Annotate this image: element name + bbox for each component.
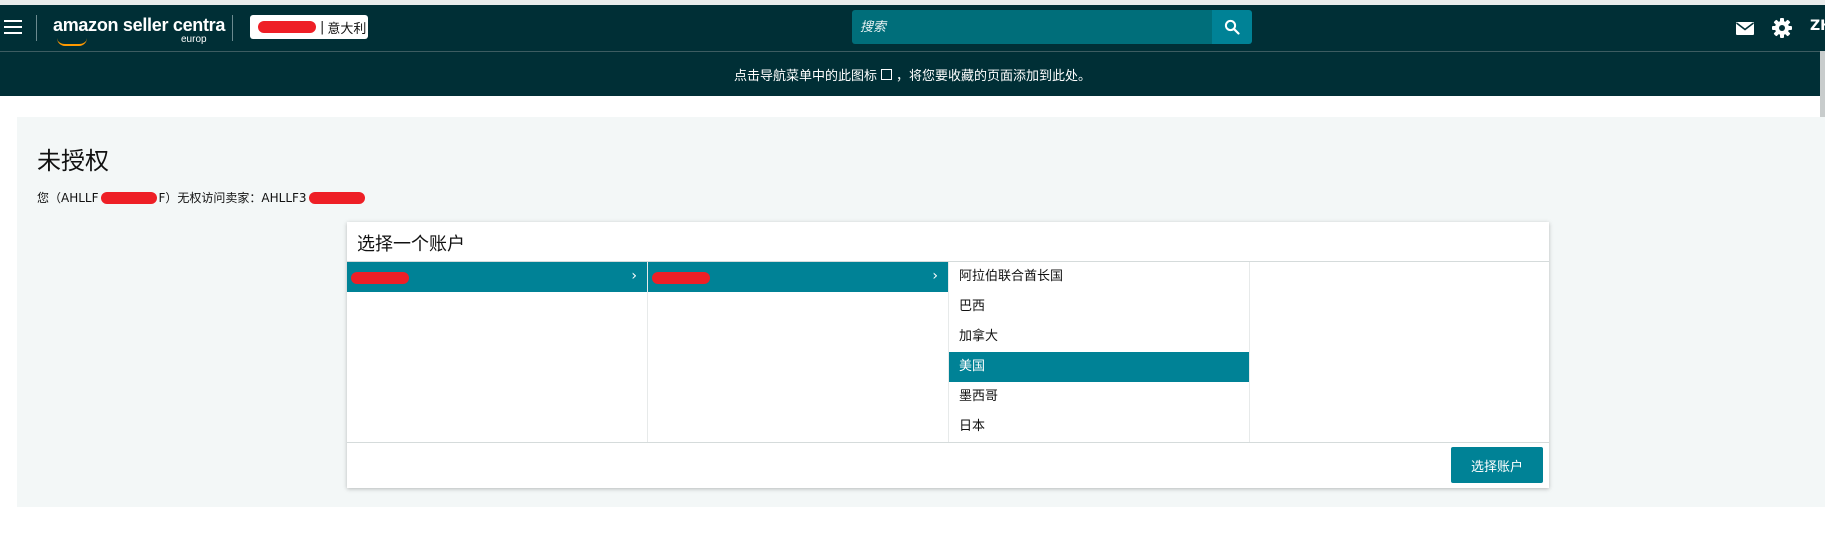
country-option[interactable]: 巴西 (949, 292, 1249, 322)
country-option[interactable]: 日本 (949, 412, 1249, 442)
amazon-smile-icon (57, 38, 87, 46)
merchant-column: › (648, 262, 948, 442)
search-bar (852, 10, 1252, 44)
hamburger-menu-icon[interactable] (4, 20, 22, 36)
country-option[interactable]: 墨西哥 (949, 382, 1249, 412)
unauthorized-message: 您（AHLLF F）无权访问卖家：AHLLF3 (37, 189, 365, 206)
selected-merchant-row[interactable]: › (648, 262, 948, 292)
redacted-seller-id (308, 191, 365, 204)
store-region-label: 意大利 (327, 21, 367, 37)
search-input[interactable] (852, 10, 1212, 44)
dialog-title: 选择一个账户 (357, 234, 465, 255)
bookmark-box-icon (881, 68, 892, 80)
top-navbar: amazon seller centra europ | 意大利 ZH (0, 5, 1825, 51)
redacted-account-name (351, 272, 409, 284)
country-option[interactable]: 加拿大 (949, 322, 1249, 352)
nav-divider (36, 15, 37, 41)
store-switcher[interactable]: | 意大利 (250, 15, 368, 39)
account-column: › (347, 262, 647, 442)
mail-icon[interactable] (1734, 17, 1756, 39)
selected-account-row[interactable]: › (347, 262, 647, 292)
country-option-selected[interactable]: 美国 (949, 352, 1249, 382)
redacted-store-name (258, 21, 316, 33)
language-selector[interactable]: ZH (1810, 18, 1825, 34)
country-column: 阿拉伯联合酋长国 巴西 加拿大 美国 墨西哥 日本 (949, 262, 1249, 442)
page-title: 未授权 (37, 147, 109, 175)
country-option[interactable]: 阿拉伯联合酋长国 (949, 262, 1249, 292)
nav-divider (232, 15, 233, 41)
message-text-start: 您（AHLLF (37, 191, 99, 205)
favorites-hint-text: 点击导航菜单中的此图标 (733, 68, 877, 84)
main-content: 未授权 您（AHLLF F）无权访问卖家：AHLLF3 选择一个账户 › › 阿… (17, 117, 1825, 507)
logo-text: amazon seller centra (53, 15, 226, 35)
redacted-account-id (100, 191, 157, 204)
dialog-footer-divider (347, 442, 1549, 443)
store-separator: | (320, 19, 325, 35)
select-account-button[interactable]: 选择账户 (1451, 447, 1543, 483)
chevron-right-icon: › (932, 268, 938, 284)
logo-subtext: europ (181, 34, 207, 45)
redacted-merchant-name (652, 272, 710, 284)
message-text-end: F）无权访问卖家：AHLLF3 (158, 191, 307, 205)
column-divider (1249, 262, 1250, 442)
favorites-bar: 点击导航菜单中的此图标 ，将您要收藏的页面添加到此处。 (0, 51, 1825, 96)
amazon-seller-central-logo[interactable]: amazon seller centra europ (53, 15, 226, 47)
gear-icon[interactable] (1771, 17, 1793, 39)
search-button[interactable] (1212, 10, 1252, 44)
search-icon (1224, 19, 1240, 35)
favorites-hint-text-end: ，将您要收藏的页面添加到此处。 (896, 68, 1092, 84)
chevron-right-icon: › (631, 268, 637, 284)
account-selector-dialog: 选择一个账户 › › 阿拉伯联合酋长国 巴西 加拿大 美国 墨西哥 日本 选择账… (347, 222, 1549, 488)
